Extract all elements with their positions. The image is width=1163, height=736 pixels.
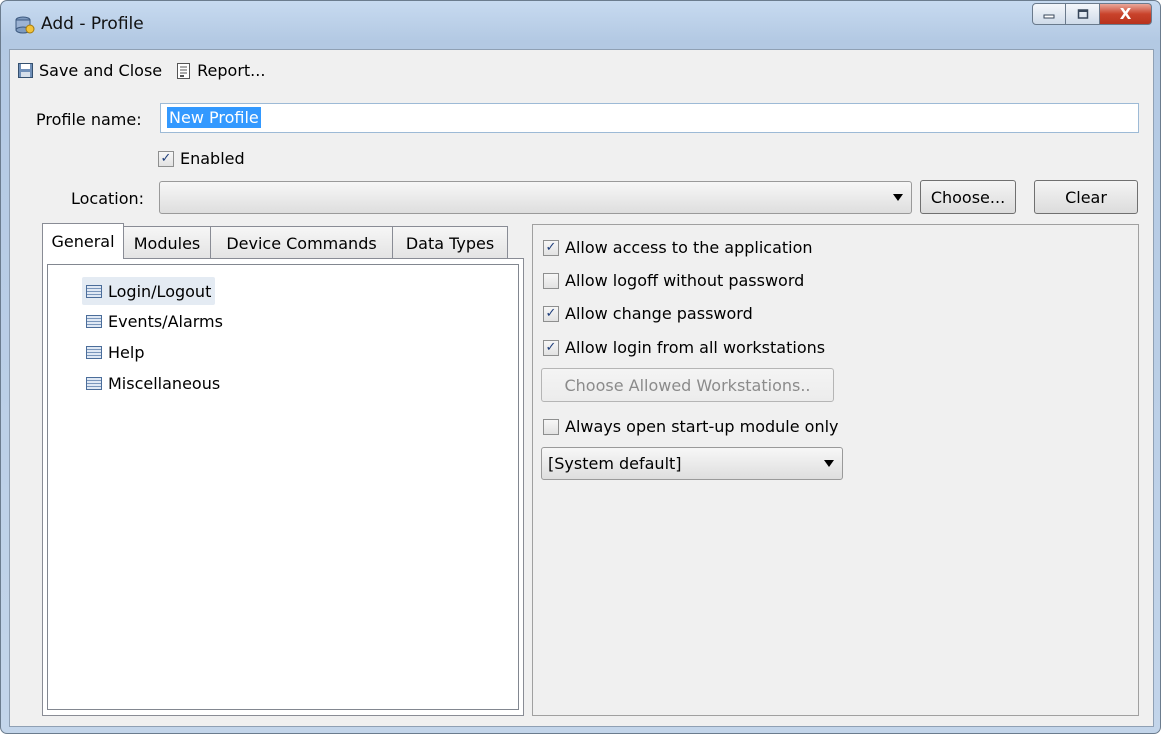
allow-login-all-checkbox[interactable]: ✓ [543, 339, 559, 356]
choose-location-button[interactable]: Choose... [920, 180, 1016, 214]
table-icon [86, 284, 102, 298]
startup-module-value: [System default] [548, 454, 682, 473]
tree-item-events-alarms[interactable]: Events/Alarms [82, 307, 227, 335]
close-button[interactable]: X [1100, 3, 1152, 25]
toolbar: Save and Close Report... [18, 61, 265, 80]
choose-allowed-workstations-button[interactable]: Choose Allowed Workstations.. [541, 368, 834, 402]
tree-item-label: Miscellaneous [108, 373, 221, 393]
allow-logoff-label: Allow logoff without password [565, 271, 805, 290]
caption-buttons: X [1032, 3, 1152, 29]
clear-location-button[interactable]: Clear [1034, 180, 1138, 214]
minimize-icon [1043, 14, 1055, 19]
profile-name-label: Profile name: [36, 110, 142, 129]
tree-item-login-logout[interactable]: Login/Logout [82, 277, 216, 305]
allow-logoff-row[interactable]: Allow logoff without password [543, 271, 804, 290]
tree-item-label: Login/Logout [108, 281, 212, 301]
tab-data-types[interactable]: Data Types [392, 226, 508, 259]
add-profile-window: Add - Profile X Save and Close Report...… [0, 0, 1161, 734]
allow-access-checkbox[interactable]: ✓ [543, 239, 559, 256]
enabled-label: Enabled [180, 149, 245, 168]
save-and-close-label: Save and Close [39, 61, 163, 80]
always-open-startup-checkbox[interactable] [543, 418, 559, 435]
login-logout-options-panel: ✓ Allow access to the application Allow … [532, 224, 1139, 716]
minimize-button[interactable] [1032, 3, 1066, 25]
table-icon [86, 376, 102, 390]
allow-login-all-row[interactable]: ✓ Allow login from all workstations [543, 338, 825, 357]
tree-item-help[interactable]: Help [82, 338, 148, 366]
enabled-checkbox[interactable]: ✓ [158, 150, 174, 167]
table-icon [86, 345, 102, 359]
report-icon [177, 62, 191, 79]
allow-login-all-label: Allow login from all workstations [565, 338, 826, 357]
tab-control: General Modules Device Commands Data Typ… [42, 223, 524, 716]
always-open-startup-label: Always open start-up module only [565, 417, 839, 436]
always-open-startup-row[interactable]: Always open start-up module only [543, 417, 839, 436]
window-title: Add - Profile [41, 14, 144, 34]
enabled-checkbox-row[interactable]: ✓ Enabled [158, 149, 245, 168]
startup-module-select[interactable]: [System default] [541, 447, 843, 480]
location-label: Location: [71, 189, 145, 208]
save-and-close-button[interactable]: Save and Close [18, 61, 162, 80]
tree-item-label: Events/Alarms [108, 311, 223, 331]
tree-item-label: Help [108, 342, 145, 362]
save-disk-icon [18, 63, 33, 78]
allow-change-password-label: Allow change password [565, 304, 753, 323]
report-label: Report... [197, 61, 266, 80]
dropdown-arrow-icon [824, 460, 834, 467]
allow-access-row[interactable]: ✓ Allow access to the application [543, 238, 813, 257]
allow-change-password-row[interactable]: ✓ Allow change password [543, 304, 753, 323]
allow-access-label: Allow access to the application [565, 238, 813, 257]
allow-change-password-checkbox[interactable]: ✓ [543, 305, 559, 322]
profile-name-value: New Profile [167, 107, 261, 128]
tab-modules[interactable]: Modules [123, 226, 211, 259]
allow-logoff-checkbox[interactable] [543, 272, 559, 289]
permission-category-tree[interactable]: Login/Logout Events/Alarms Help Miscella… [47, 264, 519, 710]
close-icon: X [1119, 5, 1132, 23]
dialog-client-area: Save and Close Report... Profile name: N… [9, 49, 1154, 727]
database-app-icon [15, 16, 35, 34]
table-icon [86, 314, 102, 328]
report-button[interactable]: Report... [176, 61, 265, 80]
tree-item-miscellaneous[interactable]: Miscellaneous [82, 369, 224, 397]
dropdown-arrow-icon [893, 194, 903, 201]
location-select[interactable] [159, 181, 912, 214]
general-tab-panel: Login/Logout Events/Alarms Help Miscella… [42, 258, 524, 716]
maximize-button[interactable] [1066, 3, 1100, 25]
maximize-icon [1077, 9, 1088, 19]
tab-general[interactable]: General [42, 223, 124, 259]
title-bar[interactable]: Add - Profile X [1, 1, 1160, 47]
profile-name-input[interactable]: New Profile [160, 103, 1139, 133]
tab-device-commands[interactable]: Device Commands [210, 226, 393, 259]
